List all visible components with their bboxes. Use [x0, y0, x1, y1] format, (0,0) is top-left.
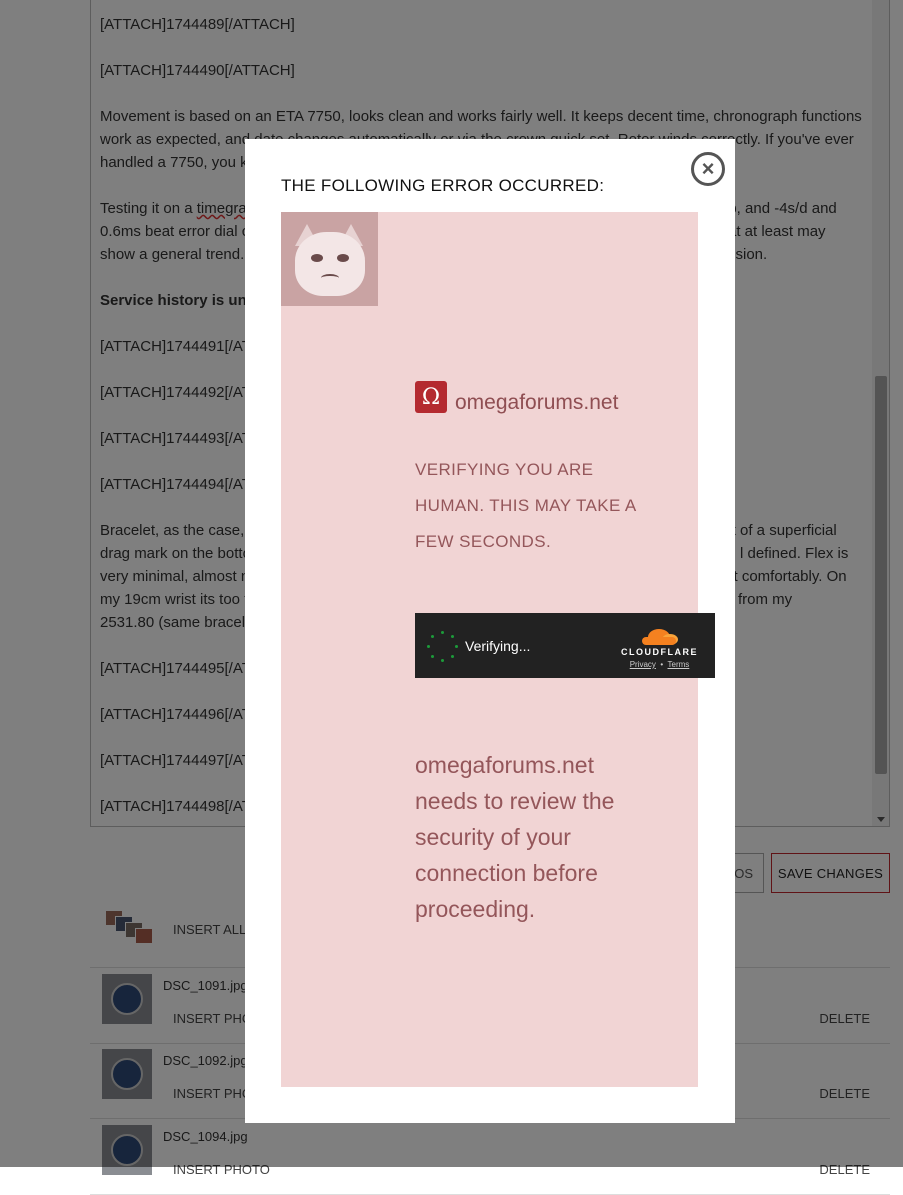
- site-brand: Ω omegaforums.net: [415, 379, 618, 415]
- error-modal: THE FOLLOWING ERROR OCCURRED: × Ω omegaf…: [245, 139, 735, 1123]
- security-review-message: omegaforums.net needs to review the secu…: [415, 752, 615, 922]
- omega-logo-icon: Ω: [415, 381, 447, 413]
- modal-title: THE FOLLOWING ERROR OCCURRED:: [281, 176, 605, 195]
- close-icon[interactable]: ×: [691, 152, 725, 186]
- verifying-status: Verifying...: [465, 638, 531, 654]
- grumpy-cat-image: [281, 212, 378, 306]
- loading-spinner-icon: [427, 631, 458, 662]
- cloudflare-challenge-widget[interactable]: Verifying... CLOUDFLARE Privacy • Terms: [415, 613, 715, 678]
- terms-link[interactable]: Terms: [668, 660, 690, 669]
- cloudflare-logo: CLOUDFLARE Privacy • Terms: [621, 625, 698, 669]
- site-name: omegaforums.net: [455, 391, 619, 414]
- privacy-link[interactable]: Privacy: [630, 660, 656, 669]
- verifying-heading: VERIFYING YOU ARE HUMAN. THIS MAY TAKE A…: [415, 460, 636, 551]
- cloudflare-cloud-icon: [640, 625, 680, 645]
- error-content-panel: Ω omegaforums.net VERIFYING YOU ARE HUMA…: [281, 212, 715, 1087]
- cloudflare-wordmark: CLOUDFLARE: [621, 647, 698, 657]
- link-separator: •: [660, 660, 664, 669]
